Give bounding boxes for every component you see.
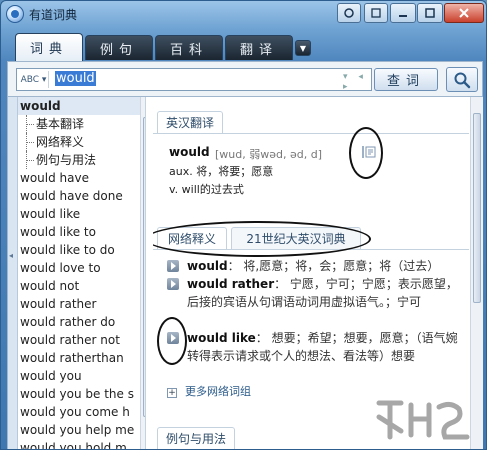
net-term[interactable]: would [187, 259, 228, 273]
list-item[interactable]: would rather [18, 295, 145, 313]
search-icon [454, 72, 471, 88]
section-basic-title: 英汉翻译 [157, 111, 223, 133]
net-meaning: ： 将,愿意；将，会；愿意；将（过去） [227, 259, 440, 273]
minimize-icon[interactable] [390, 3, 416, 23]
main-tabs: 词典 例句 百科 翻译 ▼ [1, 31, 486, 61]
entry-word: would [169, 145, 210, 159]
word-list: would 基本翻译 网络释义 例句与用法 would have would h… [18, 97, 145, 449]
annotation-circle [349, 127, 383, 179]
maximize-icon[interactable] [417, 3, 443, 23]
list-item[interactable]: would you help me [18, 421, 145, 439]
list-item[interactable]: would not [18, 277, 145, 295]
net-definition-item: would rather： 宁愿，宁可；宁愿；表示愿望，后接的宾语从句谓语动词用… [167, 275, 465, 311]
more-net-phrases-link[interactable]: + 更多网络词组 [167, 383, 251, 399]
close-icon[interactable] [444, 3, 484, 23]
word-list-pane: would 基本翻译 网络释义 例句与用法 would have would h… [18, 97, 146, 449]
input-mode-button[interactable]: ABC ▾ [19, 71, 49, 88]
tab-dictionary[interactable]: 词典 [15, 33, 83, 61]
sidebar-collapse-handle[interactable] [8, 97, 18, 449]
definition-scroll-thumb[interactable] [473, 113, 481, 303]
app-window: 有道词典 词典 例句 百科 翻译 ▼ ABC ▾ would ▾ ◂ ▸ 查词 [0, 0, 487, 450]
window-title: 有道词典 [29, 8, 78, 22]
history-arrows[interactable]: ▾ ◂ ▸ [343, 72, 371, 92]
search-input-value: would [55, 71, 96, 86]
word-list-sub-item[interactable]: 基本翻译 [18, 115, 145, 133]
word-list-scroll-thumb[interactable] [143, 117, 145, 417]
list-item[interactable]: would have done [18, 187, 145, 205]
query-button[interactable]: 查词 [374, 68, 438, 91]
list-item[interactable]: would like to do [18, 241, 145, 259]
definition-line: v. will的过去式 [169, 183, 244, 196]
list-item[interactable]: would you [18, 367, 145, 385]
title-bar: 有道词典 [1, 1, 486, 27]
tab-examples[interactable]: 例句 [85, 35, 153, 60]
app-logo-icon [6, 5, 24, 23]
list-item[interactable]: would love to [18, 259, 145, 277]
section-divider [153, 133, 469, 134]
word-list-sub-item[interactable]: 网络释义 [18, 133, 145, 151]
annotation-circle [153, 221, 371, 257]
search-button[interactable] [446, 67, 478, 92]
menu-icon[interactable] [364, 3, 388, 23]
watermark-logo [376, 400, 470, 440]
tabs-more-button[interactable]: ▼ [295, 40, 311, 56]
definition-line: aux. 将，将要；愿意 [169, 165, 274, 178]
net-definition-item: would like： 想要；希望；想要，愿意；（语气婉转得表示请求或个人的想法… [167, 329, 465, 365]
list-item[interactable]: would rather do [18, 313, 145, 331]
play-icon[interactable] [167, 278, 179, 290]
list-item[interactable]: would like [18, 205, 145, 223]
plus-icon: + [167, 388, 177, 398]
net-definition-item: would： 将,愿意；将，会；愿意；将（过去） [167, 257, 465, 275]
annotation-circle [157, 317, 187, 365]
list-item[interactable]: would ratherthan [18, 349, 145, 367]
list-item[interactable]: would you be the s [18, 385, 145, 403]
play-icon[interactable] [167, 260, 179, 272]
list-item[interactable]: would like to [18, 223, 145, 241]
list-item[interactable]: would rather not [18, 331, 145, 349]
list-item[interactable]: would you come h [18, 403, 145, 421]
tab-translate[interactable]: 翻译 [225, 35, 293, 60]
list-item[interactable]: would you hold m [18, 439, 145, 449]
word-list-scrollbar[interactable] [140, 97, 145, 449]
phonetic: [wud, 弱wəd, əd, d] [215, 148, 322, 161]
search-bar: ABC ▾ would ▾ ◂ ▸ 查词 [7, 61, 483, 97]
search-box: ABC ▾ would ▾ ◂ ▸ [16, 68, 372, 92]
input-mode-label: ABC [20, 74, 40, 85]
skin-icon[interactable] [337, 3, 361, 23]
search-input[interactable]: would [55, 71, 295, 88]
word-list-head[interactable]: would [18, 97, 145, 115]
list-item[interactable]: would have [18, 169, 145, 187]
net-term[interactable]: would like [187, 331, 256, 345]
word-list-sub-item[interactable]: 例句与用法 [18, 151, 145, 169]
net-term[interactable]: would rather [187, 277, 274, 291]
more-net-phrases-label: 更多网络词组 [185, 385, 251, 398]
section-examples-title: 例句与用法 [157, 427, 235, 449]
tab-encyclopedia[interactable]: 百科 [155, 35, 223, 60]
